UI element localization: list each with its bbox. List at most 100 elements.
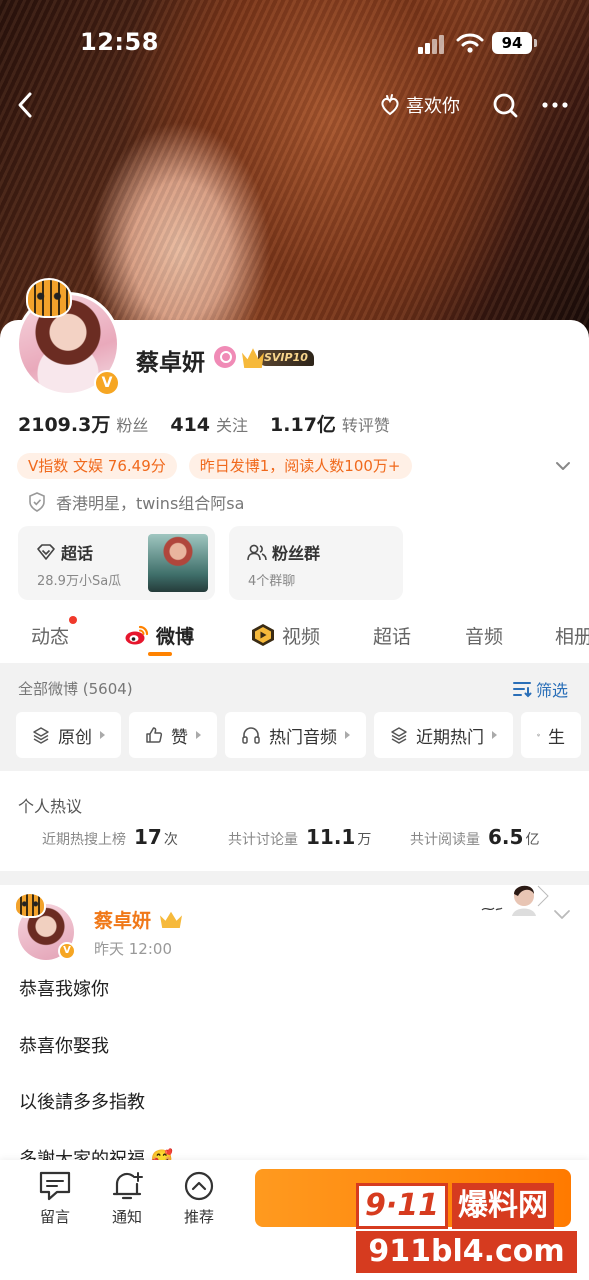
- profile-avatar-group[interactable]: V: [14, 278, 124, 398]
- back-arrow-icon[interactable]: [12, 88, 40, 122]
- pill-hot-audio[interactable]: 热门音频: [225, 712, 366, 758]
- chevron-up-circle-icon: [184, 1171, 214, 1201]
- engagement-count[interactable]: 1.17亿: [270, 410, 336, 437]
- battery-icon: 94: [492, 32, 537, 54]
- pill-more[interactable]: 生: [521, 712, 581, 758]
- fan-group-box[interactable]: 粉丝群 4个群聊: [229, 526, 403, 600]
- read-label: 共计阅读量: [410, 832, 480, 848]
- headphones-icon: [242, 727, 260, 744]
- profile-intro: 香港明星，twins组合阿sa: [28, 490, 244, 514]
- like-you-label: 喜欢你: [406, 96, 460, 117]
- heart-hand-icon: [381, 94, 399, 116]
- yesterday-stats-chip[interactable]: 昨日发博1，阅读人数100万+: [188, 453, 412, 479]
- read-value: 6.5: [488, 825, 524, 849]
- super-topic-subtitle: 28.9万小Sa瓜: [37, 574, 122, 589]
- tab-super-topic-label: 超话: [373, 625, 412, 648]
- search-icon[interactable]: [490, 90, 520, 120]
- svip-label: SVIP10: [258, 350, 314, 366]
- following-label[interactable]: 关注: [216, 412, 248, 436]
- super-topic-label: 超话: [61, 544, 94, 563]
- verified-v-icon: V: [58, 942, 76, 960]
- hot-search-value: 17: [134, 825, 162, 849]
- status-bar: 12:58 94: [0, 28, 589, 62]
- weibo-logo-icon: [125, 625, 149, 645]
- chevron-down-icon[interactable]: [553, 456, 573, 476]
- read-unit: 亿: [525, 832, 540, 848]
- recommend-label: 推荐: [183, 1208, 214, 1226]
- crown-icon: [160, 911, 182, 928]
- twins-decoration-icon: [481, 885, 549, 916]
- tab-weibo[interactable]: 微博: [124, 612, 194, 658]
- thumbs-up-icon: [146, 727, 163, 743]
- watermark-logo: 9·11: [356, 1183, 449, 1229]
- more-icon[interactable]: [540, 92, 570, 118]
- fan-group-subtitle: 4个群聊: [248, 574, 296, 589]
- tab-audio[interactable]: 音频: [465, 612, 503, 658]
- fan-group-title: 粉丝群: [247, 540, 320, 564]
- tab-video-label: 视频: [282, 625, 321, 648]
- discussion-stat: 共计讨论量 11.1 万: [228, 825, 371, 849]
- hot-title: 个人热议: [18, 797, 83, 816]
- hot-search-unit: 次: [163, 832, 178, 848]
- filter-label: 筛选: [536, 681, 569, 700]
- personal-hot-panel[interactable]: 个人热议 近期热搜上榜 17 次 共计讨论量 11.1 万 共计阅读量 6.5 …: [0, 771, 589, 871]
- tab-audio-label: 音频: [465, 625, 504, 648]
- tab-super-topic[interactable]: 超话: [373, 612, 411, 658]
- triangle-right-icon: [492, 731, 497, 739]
- bell-plus-icon: [112, 1172, 143, 1200]
- filter-button[interactable]: 筛选: [512, 677, 568, 701]
- wifi-icon: [456, 33, 484, 53]
- group-icon: [247, 544, 267, 561]
- post-avatar-group[interactable]: V: [14, 892, 80, 962]
- tab-album-label: 相册: [555, 625, 589, 648]
- triangle-right-icon: [345, 731, 350, 739]
- v-index-chip[interactable]: V指数 文娱 76.49分: [17, 453, 177, 479]
- super-topic-thumbnail: [148, 534, 208, 592]
- hot-search-stat: 近期热搜上榜 17 次: [42, 825, 178, 849]
- tiger-pendant-icon: [26, 278, 72, 318]
- like-you-button[interactable]: 喜欢你: [378, 90, 460, 120]
- profile-chips: V指数 文娱 76.49分 昨日发博1，阅读人数100万+: [17, 453, 424, 479]
- hot-search-label: 近期热搜上榜: [42, 832, 126, 848]
- fans-label[interactable]: 粉丝: [116, 412, 148, 436]
- post-author-name[interactable]: 蔡卓妍: [94, 906, 151, 933]
- fans-count[interactable]: 2109.3万: [18, 410, 110, 437]
- comment-button[interactable]: 留言: [30, 1170, 80, 1227]
- notify-label: 通知: [111, 1208, 142, 1226]
- feature-boxes: 超话 28.9万小Sa瓜 粉丝群 4个群聊: [18, 526, 417, 600]
- post-line: 以後請多多指教: [19, 1092, 145, 1113]
- recommend-button[interactable]: 推荐: [174, 1170, 224, 1227]
- watermark: 9·11 爆料网 911bl4.com: [356, 1183, 577, 1273]
- membership-badge-icon[interactable]: [214, 346, 236, 368]
- intro-text: 香港明星，twins组合阿sa: [56, 494, 245, 513]
- pill-recent-hot-label: 近期热门: [416, 727, 484, 748]
- shield-icon: [29, 492, 45, 512]
- tab-feed-label: 动态: [31, 625, 70, 648]
- profile-tabs: 动态 微博 视频 超话 音频 相册: [0, 612, 589, 662]
- pill-more-label: 生: [548, 727, 565, 748]
- tab-video[interactable]: 视频: [250, 612, 320, 658]
- discussion-unit: 万: [357, 832, 372, 848]
- pill-original-label: 原创: [58, 727, 92, 748]
- post-line: 恭喜你娶我: [19, 1035, 109, 1057]
- pill-recent-hot[interactable]: 近期热门: [374, 712, 513, 758]
- triangle-right-icon: [196, 731, 201, 739]
- all-posts-count: 全部微博 (5604): [18, 680, 133, 698]
- feed-filter-pills: 原创 赞 热门音频 近期热门 生: [16, 712, 589, 758]
- status-time: 12:58: [80, 28, 159, 56]
- tab-feed[interactable]: 动态: [31, 612, 78, 658]
- discussion-label: 共计讨论量: [228, 832, 298, 848]
- svip-badge[interactable]: SVIP10: [242, 346, 316, 368]
- layers-icon: [537, 733, 540, 737]
- following-count[interactable]: 414: [170, 414, 210, 436]
- tab-weibo-label: 微博: [156, 625, 195, 648]
- chat-bubble-icon: [39, 1171, 71, 1201]
- pill-original[interactable]: 原创: [16, 712, 121, 758]
- filter-icon: [513, 682, 532, 698]
- tab-album[interactable]: 相册: [555, 612, 589, 658]
- notify-button[interactable]: 通知: [102, 1170, 152, 1227]
- chevron-down-icon[interactable]: [552, 906, 572, 922]
- pill-liked[interactable]: 赞: [129, 712, 217, 758]
- engagement-label[interactable]: 转评赞: [342, 412, 390, 436]
- super-topic-box[interactable]: 超话 28.9万小Sa瓜: [18, 526, 215, 600]
